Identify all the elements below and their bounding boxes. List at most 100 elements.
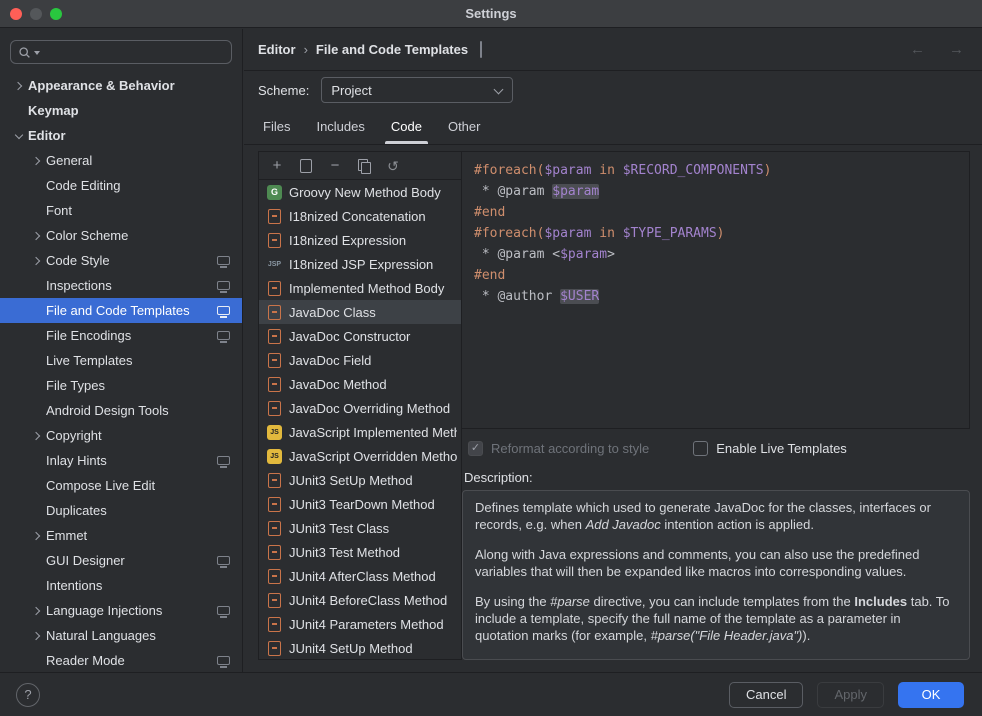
chevron-right-icon[interactable]: [28, 598, 46, 623]
sidebar-item-file-encodings[interactable]: File Encodings: [0, 323, 242, 348]
chevron-placeholder: [28, 173, 46, 198]
code-line: #end: [474, 202, 957, 223]
chevron-right-icon[interactable]: [28, 223, 46, 248]
chevron-right-icon[interactable]: [28, 248, 46, 273]
tab-code[interactable]: Code: [378, 109, 435, 144]
reformat-checkbox[interactable]: [468, 441, 483, 456]
chevron-right-icon[interactable]: [28, 423, 46, 448]
scheme-select[interactable]: Project: [321, 77, 513, 103]
sidebar-item-natural-languages[interactable]: Natural Languages: [0, 623, 242, 648]
template-item-javadoc-constructor[interactable]: JavaDoc Constructor: [259, 324, 461, 348]
sidebar-item-duplicates[interactable]: Duplicates: [0, 498, 242, 523]
enable-live-templates-checkbox[interactable]: [693, 441, 708, 456]
template-item-junit4-parameters-method[interactable]: JUnit4 Parameters Method: [259, 612, 461, 636]
sidebar-item-font[interactable]: Font: [0, 198, 242, 223]
template-item-javadoc-overriding-method[interactable]: JavaDoc Overriding Method: [259, 396, 461, 420]
sidebar-item-reader-mode[interactable]: Reader Mode: [0, 648, 242, 672]
template-item-groovy-new-method-body[interactable]: GGroovy New Method Body: [259, 180, 461, 204]
add-template-button[interactable]: +: [269, 158, 285, 174]
template-item-label: JavaDoc Field: [289, 353, 457, 368]
template-item-junit4-beforeclass-method[interactable]: JUnit4 BeforeClass Method: [259, 588, 461, 612]
sidebar-item-emmet[interactable]: Emmet: [0, 523, 242, 548]
template-item-junit4-afterclass-method[interactable]: JUnit4 AfterClass Method: [259, 564, 461, 588]
chevron-placeholder: [28, 448, 46, 473]
help-button[interactable]: ?: [16, 683, 40, 707]
template-item-javascript-overridden-method[interactable]: JSJavaScript Overridden Method: [259, 444, 461, 468]
template-code-editor[interactable]: #foreach($param in $RECORD_COMPONENTS) *…: [462, 151, 970, 429]
code-token: ): [717, 226, 725, 241]
enable-live-templates-label: Enable Live Templates: [716, 441, 847, 456]
search-history-caret-icon[interactable]: [34, 51, 40, 55]
chevron-right-icon[interactable]: [28, 523, 46, 548]
template-item-junit3-setup-method[interactable]: JUnit3 SetUp Method: [259, 468, 461, 492]
reset-template-button[interactable]: ↺: [385, 158, 401, 174]
minimize-window-button[interactable]: [30, 8, 42, 20]
chevron-right-icon[interactable]: [28, 623, 46, 648]
enable-live-templates-option[interactable]: Enable Live Templates: [693, 441, 847, 456]
reformat-option[interactable]: Reformat according to style: [468, 441, 649, 456]
template-item-javadoc-method[interactable]: JavaDoc Method: [259, 372, 461, 396]
navigate-back-button[interactable]: ←: [910, 42, 925, 57]
sidebar-item-general[interactable]: General: [0, 148, 242, 173]
sidebar-item-label: Inspections: [46, 278, 112, 293]
sidebar-item-inlay-hints[interactable]: Inlay Hints: [0, 448, 242, 473]
chevron-right-icon[interactable]: [28, 148, 46, 173]
template-item-i18nized-jsp-expression[interactable]: JSPI18nized JSP Expression: [259, 252, 461, 276]
sidebar-item-file-types[interactable]: File Types: [0, 373, 242, 398]
breadcrumb-item-editor[interactable]: Editor: [258, 42, 296, 57]
ok-button[interactable]: OK: [898, 682, 964, 708]
sidebar-item-label: Copyright: [46, 428, 102, 443]
js-file-icon: JS: [267, 449, 282, 464]
chevron-right-icon[interactable]: [10, 73, 28, 98]
settings-search-field[interactable]: [10, 40, 232, 64]
template-item-javascript-implemented-method[interactable]: JSJavaScript Implemented Method: [259, 420, 461, 444]
template-item-i18nized-expression[interactable]: I18nized Expression: [259, 228, 461, 252]
chevron-placeholder: [10, 98, 28, 123]
template-item-label: JavaDoc Overriding Method: [289, 401, 457, 416]
template-item-junit3-test-class[interactable]: JUnit3 Test Class: [259, 516, 461, 540]
chevron-down-icon[interactable]: [10, 123, 28, 148]
description-box[interactable]: Defines template which used to generate …: [462, 490, 970, 660]
tab-files[interactable]: Files: [250, 109, 303, 144]
template-item-junit3-test-method[interactable]: JUnit3 Test Method: [259, 540, 461, 564]
sidebar-item-file-and-code-templates[interactable]: File and Code Templates: [0, 298, 242, 323]
sidebar-item-editor[interactable]: Editor: [0, 123, 242, 148]
sidebar-item-code-style[interactable]: Code Style: [0, 248, 242, 273]
breadcrumb-item-file-and-code-templates[interactable]: File and Code Templates: [316, 42, 468, 57]
template-item-i18nized-concatenation[interactable]: I18nized Concatenation: [259, 204, 461, 228]
sidebar-item-language-injections[interactable]: Language Injections: [0, 598, 242, 623]
template-item-javadoc-field[interactable]: JavaDoc Field: [259, 348, 461, 372]
sidebar-item-compose-live-edit[interactable]: Compose Live Edit: [0, 473, 242, 498]
sidebar-item-live-templates[interactable]: Live Templates: [0, 348, 242, 373]
template-item-junit3-teardown-method[interactable]: JUnit3 TearDown Method: [259, 492, 461, 516]
template-item-label: JUnit4 SetUp Method: [289, 641, 457, 656]
tab-other[interactable]: Other: [435, 109, 494, 144]
settings-search-input[interactable]: [43, 45, 224, 60]
breadcrumb-separator: ›: [304, 42, 308, 57]
sidebar-item-inspections[interactable]: Inspections: [0, 273, 242, 298]
template-item-implemented-method-body[interactable]: Implemented Method Body: [259, 276, 461, 300]
cancel-button[interactable]: Cancel: [729, 682, 803, 708]
sidebar-item-keymap[interactable]: Keymap: [0, 98, 242, 123]
chevron-placeholder: [28, 348, 46, 373]
sidebar-item-gui-designer[interactable]: GUI Designer: [0, 548, 242, 573]
remove-template-button[interactable]: −: [327, 158, 343, 174]
create-child-template-button[interactable]: [298, 158, 314, 174]
tab-includes[interactable]: Includes: [303, 109, 377, 144]
copy-template-button[interactable]: [356, 158, 372, 174]
sidebar-item-color-scheme[interactable]: Color Scheme: [0, 223, 242, 248]
navigate-forward-button[interactable]: →: [949, 42, 964, 57]
sidebar-item-copyright[interactable]: Copyright: [0, 423, 242, 448]
zoom-window-button[interactable]: [50, 8, 62, 20]
sidebar-item-android-design-tools[interactable]: Android Design Tools: [0, 398, 242, 423]
template-item-junit4-setup-method[interactable]: JUnit4 SetUp Method: [259, 636, 461, 659]
sidebar-item-code-editing[interactable]: Code Editing: [0, 173, 242, 198]
close-window-button[interactable]: [10, 8, 22, 20]
template-item-javadoc-class[interactable]: JavaDoc Class: [259, 300, 461, 324]
sidebar-item-intentions[interactable]: Intentions: [0, 573, 242, 598]
sidebar-item-appearance-behavior[interactable]: Appearance & Behavior: [0, 73, 242, 98]
breadcrumb: Editor › File and Code Templates ← →: [244, 29, 982, 71]
code-token: $param: [560, 247, 607, 262]
apply-button[interactable]: Apply: [817, 682, 884, 708]
template-file-icon: [267, 497, 282, 512]
